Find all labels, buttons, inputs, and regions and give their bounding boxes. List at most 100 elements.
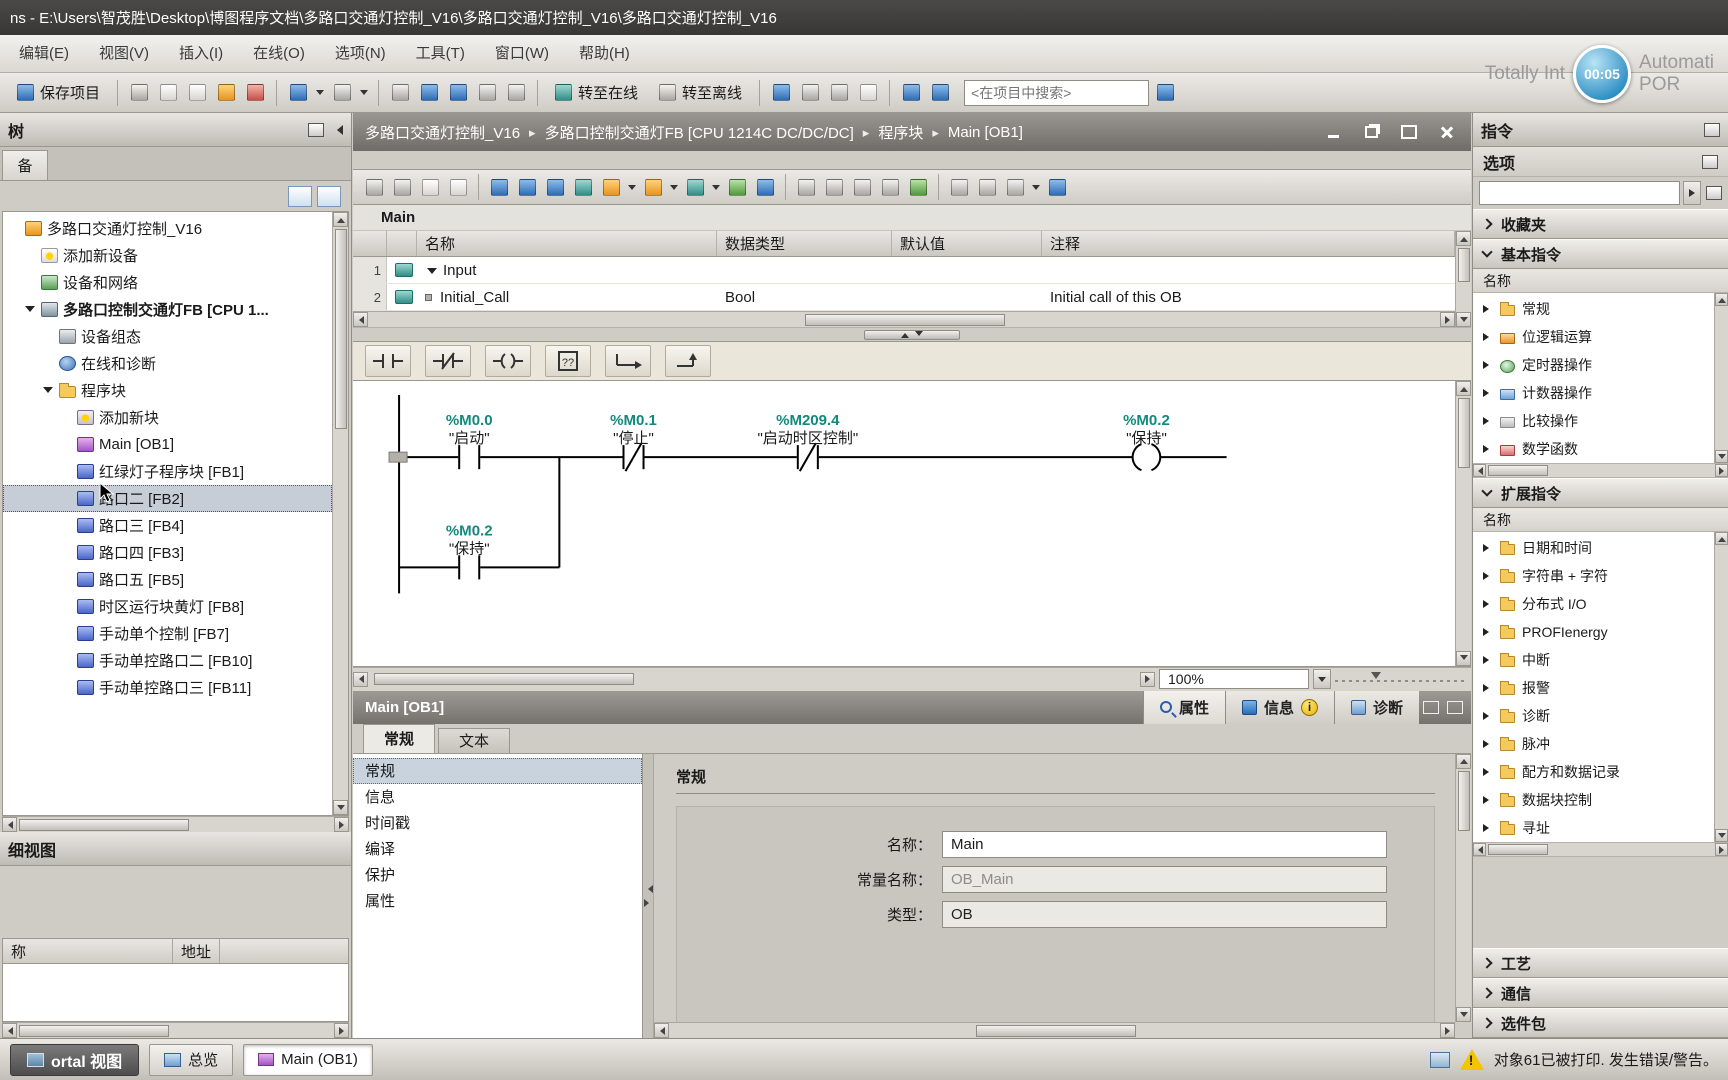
keep-results-icon[interactable] [682,174,708,200]
overview-button[interactable]: 总览 [149,1043,234,1076]
close-all-networks-icon[interactable] [445,174,471,200]
tree-item[interactable]: 添加新块 [3,404,332,431]
toggle-network-comments-icon[interactable] [486,174,512,200]
expander-icon[interactable] [1483,600,1493,608]
contact-hold-branch[interactable]: %M0.2 "保持" [446,522,493,580]
delete-network-icon[interactable] [389,174,415,200]
insert-network-icon[interactable] [361,174,387,200]
search-settings-icon[interactable] [1706,186,1722,200]
properties-nav-item[interactable]: 编译 [353,836,642,862]
scroll-thumb[interactable] [334,229,347,429]
project-search-input[interactable] [964,79,1150,106]
tree-item[interactable]: 添加新设备 [3,242,332,269]
contact-start[interactable]: %M0.0 "启动" [446,412,493,470]
free-form-comments-icon[interactable] [1002,174,1028,200]
field-value-input[interactable]: Main [942,830,1387,858]
interface-row-input-group[interactable]: 1 Input [353,257,1455,284]
scroll-left-button[interactable] [353,671,368,687]
absolute-symbolic-toggle-icon[interactable] [598,174,624,200]
nc-contact-tool[interactable] [425,345,471,377]
instruction-group-item[interactable]: 字符串 + 字符 [1473,562,1714,590]
instruction-group-item[interactable]: 日期和时间 [1473,534,1714,562]
expander-icon[interactable] [1483,544,1493,552]
expander-icon[interactable] [1483,656,1493,664]
tree-item[interactable]: 手动单个控制 [FB7] [3,620,332,647]
split-editor-horizontal-icon[interactable] [898,80,924,106]
instruction-group-item[interactable]: 分布式 I/O [1473,590,1714,618]
scroll-up-button[interactable] [333,212,348,227]
monitoring-on-off-icon[interactable] [905,174,931,200]
monitor-block-icon[interactable] [752,174,778,200]
scroll-thumb[interactable] [1457,248,1470,282]
scroll-down-button[interactable] [333,800,348,815]
properties-nav-item[interactable]: 保护 [353,862,642,888]
scroll-thumb[interactable] [1488,465,1548,476]
comments-on-off-icon[interactable] [570,174,596,200]
start-cpu-icon[interactable] [474,80,500,106]
section-communication[interactable]: 通信 [1473,978,1728,1008]
go-offline-button[interactable]: 转至离线 [650,78,751,108]
tree-item[interactable]: 多路口控制交通灯FB [CPU 1... [3,296,332,323]
splitter-handle[interactable] [864,329,960,340]
tree-view-mode-icon[interactable] [288,185,312,207]
open-all-networks-icon[interactable] [417,174,443,200]
tree-horizontal-scrollbar[interactable] [2,816,349,832]
scroll-down-button[interactable] [1715,829,1728,842]
instruction-group-item[interactable]: 报警 [1473,674,1714,702]
minimize-editor-icon[interactable] [1321,122,1345,142]
accessible-devices-icon[interactable] [768,80,794,106]
field-value-input[interactable]: OB_Main [942,865,1387,893]
scroll-thumb[interactable] [19,1024,169,1037]
tree-item[interactable]: 设备和网络 [3,269,332,296]
system-status-icon[interactable] [1429,1051,1450,1068]
stop-cpu-icon[interactable] [503,80,529,106]
scroll-thumb[interactable] [975,1024,1136,1037]
expander-icon[interactable] [1483,417,1493,425]
scroll-right-button[interactable] [334,1023,349,1038]
scroll-left-button[interactable] [2,817,17,832]
toggle-favorites-icon[interactable] [514,174,540,200]
instruction-group-item[interactable]: 计数器操作 [1473,379,1714,407]
dock-task-card-icon[interactable] [1704,122,1720,137]
portal-view-button[interactable]: ortal 视图 [10,1043,140,1076]
scroll-right-button[interactable] [1140,671,1155,687]
close-branch-tool[interactable] [665,345,711,377]
tree-item[interactable]: 手动单控路口二 [FB10] [3,647,332,674]
scroll-left-button[interactable] [353,312,368,327]
properties-vertical-scrollbar[interactable] [1455,753,1471,1022]
extended-list-vertical-scrollbar[interactable] [1714,532,1728,842]
column-header-name[interactable]: 称 [3,939,173,963]
properties-nav-item[interactable]: 时间戳 [353,810,642,836]
tree-item[interactable]: 手动单控路口三 [FB11] [3,674,332,701]
paste-icon[interactable] [213,80,239,106]
instruction-group-item[interactable]: PROFIenergy [1473,618,1714,646]
section-basic-instructions[interactable]: 基本指令 [1473,239,1728,269]
extended-list-horizontal-scrollbar[interactable] [1473,843,1728,857]
variable-datatype[interactable]: Bool [717,284,892,310]
extended-column-header[interactable]: 名称 [1473,508,1728,532]
breadcrumb-project[interactable]: 多路口交通灯控制_V16 [365,122,520,143]
compile-icon[interactable] [387,80,413,106]
expander-icon[interactable] [1483,445,1493,453]
scroll-left-button[interactable] [2,1023,17,1038]
menu-item[interactable]: 在线(O) [238,35,320,73]
scroll-thumb[interactable] [374,673,634,685]
scroll-right-button[interactable] [1715,464,1728,477]
variable-name[interactable]: Input [443,262,476,279]
close-editor-icon[interactable] [1435,122,1459,142]
collapse-panel-icon[interactable] [1447,700,1463,714]
subtab-texts[interactable]: 文本 [438,727,511,753]
scroll-up-button[interactable] [1456,231,1471,246]
jump-label-icon[interactable] [974,174,1000,200]
expander-icon[interactable] [1483,712,1493,720]
panel-pin-icon[interactable] [308,122,324,137]
filter-options-icon[interactable] [1702,154,1718,169]
instruction-group-item[interactable]: 定时器操作 [1473,351,1714,379]
section-extended-instructions[interactable]: 扩展指令 [1473,478,1728,508]
detail-view-horizontal-scrollbar[interactable] [2,1022,349,1038]
menu-item[interactable]: 窗口(W) [480,35,564,73]
menu-item[interactable]: 插入(I) [164,35,238,73]
contact-stop[interactable]: %M0.1 "停止" [610,412,657,472]
tree-item[interactable]: 设备组态 [3,323,332,350]
scroll-left-button[interactable] [654,1023,669,1038]
